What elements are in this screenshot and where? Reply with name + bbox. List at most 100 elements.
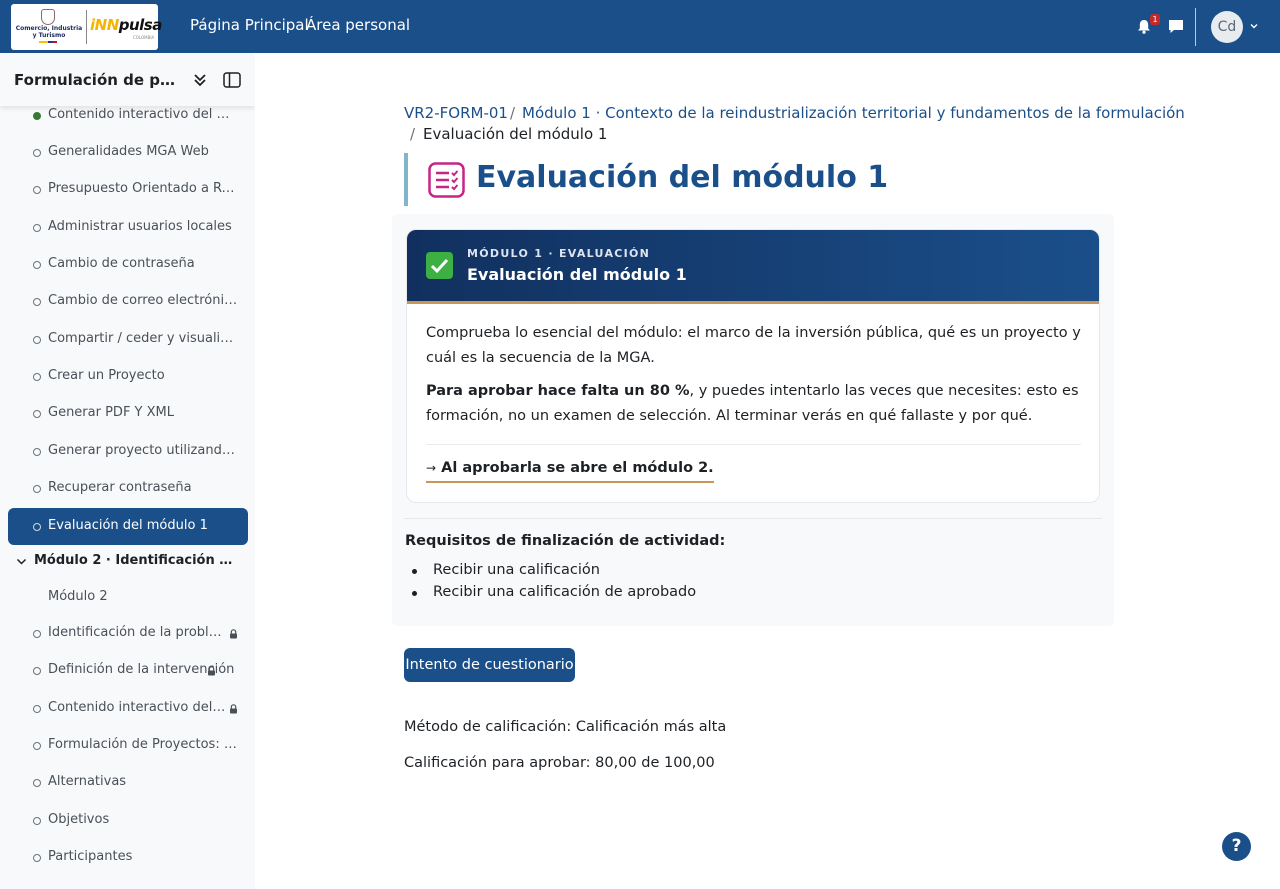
course-item-label: Contenido interactivo del módulo 1	[48, 107, 238, 122]
course-item-label: Compartir / ceder y visualizar	[48, 331, 238, 346]
card-divider	[426, 444, 1081, 445]
drawer-toggle-icon[interactable]	[223, 72, 241, 88]
course-item[interactable]: Objetivos	[8, 802, 248, 839]
course-item-label: Evaluación del módulo 1	[48, 518, 208, 533]
completion-circle-icon	[33, 261, 41, 269]
notification-count-badge: 1	[1150, 14, 1160, 25]
site-logo[interactable]: Comercio, Industria y Turismo iNNpulsa C…	[11, 4, 162, 50]
completion-requirement: Recibir una calificación	[433, 562, 600, 578]
course-item[interactable]: Crear un Proyecto	[8, 358, 248, 395]
course-item[interactable]: Administrar usuarios locales	[8, 209, 248, 246]
bullet	[412, 569, 417, 574]
course-item-label: Presupuesto Orientado a Resultados	[48, 181, 238, 196]
course-item-active[interactable]: Evaluación del módulo 1	[8, 508, 248, 545]
help-button[interactable]: ?	[1222, 832, 1251, 861]
course-item-label: Objetivos	[48, 812, 110, 827]
completion-circle-icon	[33, 448, 41, 456]
section-module-2[interactable]: Módulo 2 · Identificación del proyecto	[8, 547, 248, 577]
collapse-all-icon[interactable]	[193, 73, 207, 87]
title-accent-bar	[404, 153, 408, 206]
card-header: MÓDULO 1 · EVALUACIÓN Evaluación del mód…	[407, 230, 1099, 304]
check-icon	[426, 252, 453, 279]
chevron-down-icon[interactable]	[1248, 20, 1260, 32]
completion-requirements-title: Requisitos de finalización de actividad:	[405, 533, 726, 549]
course-item-label: Generar proyecto utilizando proyecto exi…	[48, 443, 238, 458]
course-item[interactable]: Participantes	[8, 839, 248, 876]
flag-stripe	[39, 41, 57, 43]
grading-method-text: Método de calificación: Calificación más…	[404, 719, 727, 735]
course-item-label: Recuperar contraseña	[48, 480, 192, 495]
completion-circle-icon	[33, 705, 41, 713]
course-item-locked[interactable]: Contenido interactivo del módulo 2	[8, 690, 248, 727]
course-item-label: Generar PDF Y XML	[48, 405, 174, 420]
course-item-label: Alternativas	[48, 774, 127, 789]
course-item-label: Cambio de correo electrónico	[48, 293, 238, 308]
course-item-label: Administrar usuarios locales	[48, 219, 232, 234]
card-unlock-note: → Al aprobarla se abre el módulo 2.	[426, 460, 714, 483]
bell-icon[interactable]	[1137, 19, 1151, 34]
completion-circle-icon	[33, 742, 41, 750]
drawer-header: Formulación de proyectos	[0, 53, 255, 106]
course-item[interactable]: Generar PDF Y XML	[8, 395, 248, 432]
completion-circle-icon	[33, 149, 41, 157]
card-intro-text: Comprueba lo esencial del módulo: el mar…	[426, 325, 1081, 366]
card-kicker: MÓDULO 1 · EVALUACIÓN	[467, 247, 651, 260]
course-item[interactable]: Formulación de Proyectos: Introducción	[8, 727, 248, 764]
course-item-label: Identificación de la problemática	[48, 625, 226, 640]
completion-circle-icon	[33, 667, 41, 675]
card-pass-text: Para aprobar hace falta un 80 %, y puede…	[426, 383, 1079, 424]
nav-link-home[interactable]: Página Principal	[190, 16, 309, 34]
course-item-label: Cambio de contraseña	[48, 256, 195, 271]
logo-divider	[86, 10, 87, 44]
completion-circle-icon	[33, 336, 41, 344]
arrow-right-icon: →	[426, 461, 437, 475]
course-item[interactable]: Cambio de correo electrónico	[8, 283, 248, 320]
course-item-label: Generalidades MGA Web	[48, 144, 209, 159]
completion-circle-icon	[33, 523, 41, 531]
breadcrumb-module[interactable]: Módulo 1 · Contexto de la reindustrializ…	[522, 104, 1185, 122]
logo-brand-text: iNNpulsa	[90, 16, 162, 34]
course-item[interactable]: Generar proyecto utilizando proyecto exi…	[8, 433, 248, 470]
user-avatar[interactable]: Cd	[1211, 11, 1243, 43]
course-item[interactable]: Presupuesto Orientado a Resultados	[8, 171, 248, 208]
nav-link-personal-area[interactable]: Área personal	[306, 16, 410, 34]
course-item[interactable]: Generalidades MGA Web	[8, 134, 248, 171]
navbar-divider	[1195, 8, 1196, 46]
section-page-link[interactable]: Módulo 2	[48, 589, 108, 604]
chevron-down-icon[interactable]	[16, 558, 27, 566]
course-item-label: Formulación de Proyectos: Introducción	[48, 737, 238, 752]
course-title[interactable]: Formulación de proyectos	[14, 71, 180, 89]
completion-circle-icon	[33, 186, 41, 194]
completion-circle-icon	[33, 630, 41, 638]
top-navbar: Comercio, Industria y Turismo iNNpulsa C…	[0, 0, 1280, 53]
completion-circle-icon	[33, 373, 41, 381]
chat-icon[interactable]	[1168, 19, 1184, 34]
breadcrumb-separator: /	[410, 125, 416, 143]
course-item-locked[interactable]: Identificación de la problemática	[8, 615, 248, 652]
crest-icon	[41, 9, 55, 25]
logo-ministry-text: Comercio, Industria y Turismo	[15, 25, 83, 39]
lock-icon	[230, 704, 237, 714]
section-label: Módulo 2 · Identificación del proyecto	[34, 553, 239, 568]
lock-icon	[208, 666, 215, 676]
completion-circle-icon	[33, 224, 41, 232]
breadcrumb-current: Evaluación del módulo 1	[423, 125, 608, 143]
course-item-label: Crear un Proyecto	[48, 368, 165, 383]
course-item-locked[interactable]: Definición de la intervención	[8, 652, 248, 689]
completion-circle-icon	[33, 779, 41, 787]
course-index-drawer: Formulación de proyectos Contenido inter…	[0, 53, 255, 889]
attempt-quiz-button[interactable]: Intento de cuestionario	[404, 648, 575, 682]
logo-subtext: COLOMBIA	[133, 35, 155, 40]
breadcrumb-course[interactable]: VR2-FORM-01	[404, 104, 508, 122]
lock-icon	[230, 629, 237, 639]
course-item[interactable]: Recuperar contraseña	[8, 470, 248, 507]
pass-grade-text: Calificación para aprobar: 80,00 de 100,…	[404, 755, 715, 771]
course-item-label: Participantes	[48, 849, 133, 864]
completion-done-icon	[33, 112, 41, 120]
course-item[interactable]: Cambio de contraseña	[8, 246, 248, 283]
course-item[interactable]: Alternativas	[8, 764, 248, 801]
course-item-label: Contenido interactivo del módulo 2	[48, 700, 226, 715]
completion-circle-icon	[33, 817, 41, 825]
bullet	[412, 591, 417, 596]
course-item[interactable]: Compartir / ceder y visualizar	[8, 321, 248, 358]
